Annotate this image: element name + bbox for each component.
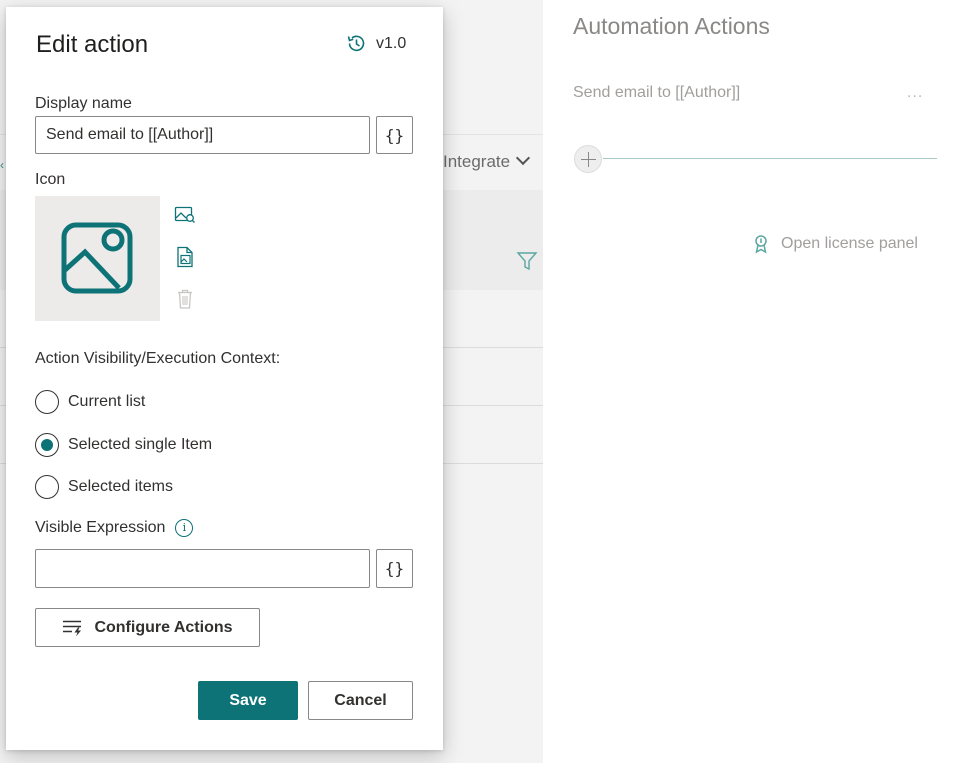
delete-icon[interactable] [174, 288, 196, 310]
radio-label: Selected items [68, 478, 173, 495]
radio-selected-single-item[interactable]: Selected single Item [35, 433, 212, 457]
image-search-icon[interactable] [174, 204, 196, 226]
open-license-panel-link[interactable]: Open license panel [751, 234, 918, 254]
integrate-label: Integrate [443, 152, 511, 171]
history-icon [347, 35, 365, 52]
automation-actions-panel: Automation Actions Send email to [[Autho… [543, 0, 961, 763]
action-connector-line [603, 158, 937, 159]
edit-action-dialog: Edit action v1.0 Display name {} Icon [6, 7, 443, 750]
add-action-button[interactable] [574, 145, 602, 173]
info-icon[interactable]: i [175, 519, 194, 537]
image-icon [61, 222, 132, 293]
display-name-input[interactable] [35, 116, 370, 154]
dialog-title: Edit action [36, 31, 149, 58]
configure-actions-button[interactable]: Configure Actions [35, 608, 260, 647]
visible-expression-expression-button[interactable]: {} [376, 549, 413, 588]
license-link-label: Open license panel [781, 235, 918, 252]
image-file-icon[interactable] [174, 246, 196, 268]
integrate-menu[interactable]: Integrate [443, 150, 531, 172]
version-label: v1.0 [376, 34, 407, 52]
version-history-button[interactable]: v1.0 [346, 33, 406, 54]
automation-action-item[interactable]: Send email to [[Author]] [573, 84, 740, 102]
radio-button-checked[interactable] [35, 433, 59, 457]
radio-button[interactable] [35, 390, 59, 414]
panel-title: Automation Actions [573, 13, 770, 39]
radio-label: Current list [68, 393, 146, 410]
chevron-down-icon [516, 150, 531, 166]
save-button[interactable]: Save [198, 681, 298, 720]
radio-selected-items[interactable]: Selected items [35, 475, 173, 499]
license-icon [755, 235, 767, 254]
display-name-label: Display name [35, 95, 132, 112]
visible-expression-label-row: Visible Expression i [35, 519, 194, 537]
cancel-button[interactable]: Cancel [308, 681, 413, 720]
icon-preview [35, 196, 160, 321]
visibility-context-label: Action Visibility/Execution Context: [35, 350, 281, 367]
radio-current-list[interactable]: Current list [35, 390, 145, 414]
icon-label: Icon [35, 171, 66, 188]
visible-expression-input[interactable] [35, 549, 370, 588]
filter-icon[interactable] [516, 250, 538, 277]
more-options-icon[interactable]: ... [907, 84, 923, 102]
radio-button[interactable] [35, 475, 59, 499]
configure-actions-icon [63, 620, 82, 636]
radio-label: Selected single Item [68, 436, 213, 453]
visible-expression-label: Visible Expression [35, 519, 166, 537]
display-name-expression-button[interactable]: {} [376, 116, 413, 154]
configure-actions-label: Configure Actions [94, 618, 233, 636]
